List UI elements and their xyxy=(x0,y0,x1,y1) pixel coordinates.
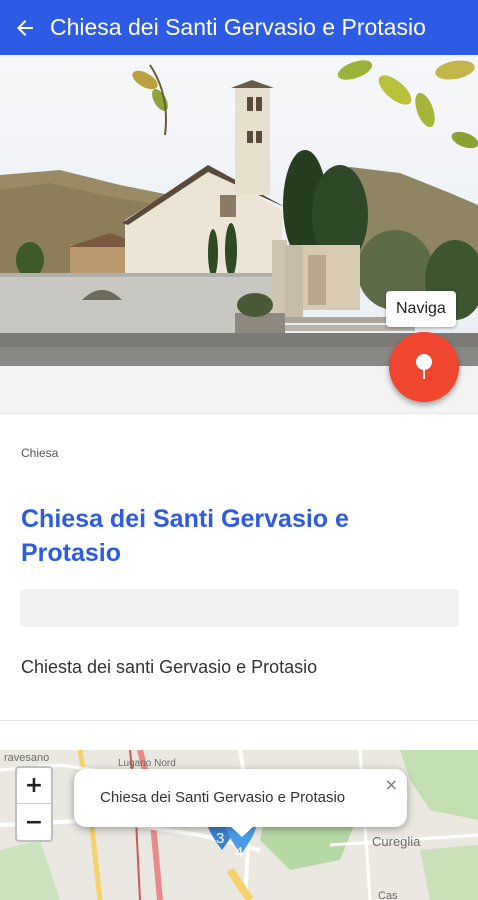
poi-title: Chiesa dei Santi Gervasio e Protasio xyxy=(21,505,349,567)
navigate-button[interactable] xyxy=(389,332,459,402)
poi-category: Chiesa xyxy=(21,446,59,460)
popup-text: Chiesa dei Santi Gervasio e Protasio xyxy=(100,789,346,806)
naviga-label[interactable]: Naviga xyxy=(386,291,456,327)
zoom-in-button[interactable]: + xyxy=(17,768,51,804)
app-bar: Chiesa dei Santi Gervasio e Protasio xyxy=(0,0,478,55)
map-label-cas: Cas xyxy=(378,890,398,900)
map-pin-icon xyxy=(416,354,432,379)
map-label-ravesano: ravesano xyxy=(4,752,50,764)
divider xyxy=(0,720,478,721)
map-view[interactable]: ravesano Lugano Nord Cureglia Cas 3 4 + … xyxy=(0,750,478,900)
zoom-out-button[interactable]: − xyxy=(17,804,51,840)
arrow-left-icon xyxy=(17,19,33,36)
back-button[interactable] xyxy=(0,0,50,55)
popup-tip xyxy=(229,825,255,837)
close-icon[interactable]: × xyxy=(385,775,398,794)
zoom-control: + − xyxy=(15,766,53,842)
map-label-lugano-nord: Lugano Nord xyxy=(118,758,176,769)
info-field xyxy=(20,589,459,627)
poi-description: Chiesta dei santi Gervasio e Protasio xyxy=(21,657,318,677)
cluster-marker-4[interactable]: 4 xyxy=(235,844,243,861)
page-title: Chiesa dei Santi Gervasio e Protasio xyxy=(50,14,426,40)
map-label-cureglia: Cureglia xyxy=(372,834,421,849)
map-popup: Chiesa dei Santi Gervasio e Protasio × xyxy=(74,769,407,837)
cluster-marker-3[interactable]: 3 xyxy=(216,830,224,847)
